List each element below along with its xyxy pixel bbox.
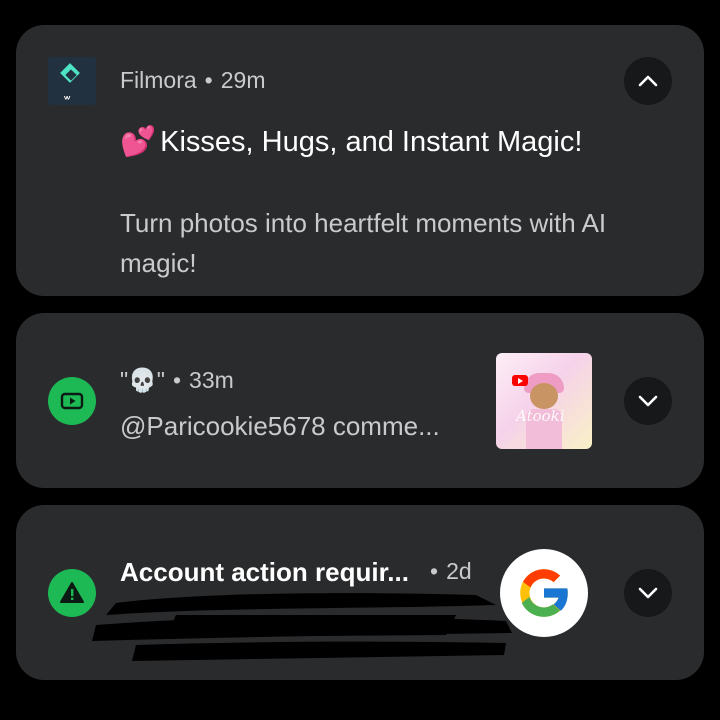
notification-header: "💀" • 33m bbox=[120, 367, 234, 394]
notification-youtube[interactable]: "💀" • 33m @Paricookie5678 comme... Atooki bbox=[16, 313, 704, 488]
app-name: Filmora bbox=[120, 67, 197, 93]
chevron-up-icon bbox=[638, 75, 658, 87]
thumbnail-signature: Atooki bbox=[516, 407, 565, 425]
expand-button[interactable] bbox=[624, 569, 672, 617]
timestamp: 2d bbox=[446, 558, 472, 584]
youtube-icon bbox=[48, 377, 96, 425]
separator-dot: • bbox=[172, 367, 182, 393]
notification-title: 💕 Kisses, Hugs, and Instant Magic! bbox=[120, 125, 582, 159]
chevron-down-icon bbox=[638, 395, 658, 407]
expand-button[interactable] bbox=[624, 377, 672, 425]
collapse-button[interactable] bbox=[624, 57, 672, 105]
title-text: Kisses, Hugs, and Instant Magic! bbox=[160, 125, 583, 158]
separator-dot: • bbox=[430, 558, 439, 584]
notification-text: @Paricookie5678 comme... bbox=[120, 411, 440, 441]
redacted-text-scribble bbox=[92, 593, 512, 661]
notification-header: Filmora • 29m bbox=[120, 67, 265, 94]
two-hearts-icon: 💕 bbox=[120, 126, 157, 158]
notification-header: • 2d bbox=[422, 558, 472, 585]
chevron-down-icon bbox=[638, 587, 658, 599]
filmora-app-icon: ᵥᵥ bbox=[48, 57, 96, 105]
sender-name: "💀" bbox=[120, 367, 165, 393]
timestamp: 33m bbox=[189, 367, 234, 393]
timestamp: 29m bbox=[220, 67, 266, 93]
avatar-thumbnail: Atooki bbox=[496, 353, 592, 449]
notification-title: Account action requir... bbox=[120, 557, 409, 587]
separator-dot: • bbox=[204, 67, 213, 93]
notification-google[interactable]: Account action requir... • 2d bbox=[16, 505, 704, 680]
google-logo-icon bbox=[500, 549, 588, 637]
youtube-logo-icon bbox=[512, 375, 528, 386]
notification-body: Turn photos into heartfelt moments with … bbox=[120, 208, 607, 278]
notification-filmora[interactable]: ᵥᵥ Filmora • 29m 💕 Kisses, Hugs, and Instan… bbox=[16, 25, 704, 296]
